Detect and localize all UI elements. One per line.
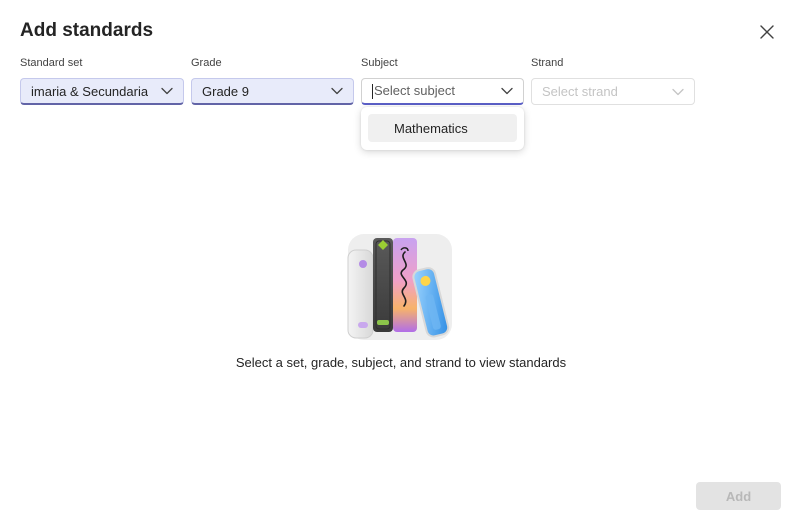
subject-dropdown[interactable]: Select subject (361, 78, 524, 105)
subject-option-mathematics[interactable]: Mathematics (368, 114, 517, 142)
subject-placeholder: Select subject (374, 82, 455, 98)
close-button[interactable] (755, 20, 779, 44)
standard-set-label: Standard set (20, 57, 83, 69)
grade-label: Grade (191, 57, 222, 69)
chevron-down-icon (161, 87, 173, 95)
close-icon (760, 25, 774, 39)
grade-dropdown[interactable]: Grade 9 (191, 78, 354, 105)
standard-set-value: imaria & Secundaria (31, 83, 149, 99)
strand-dropdown[interactable]: Select strand (531, 78, 695, 105)
books-illustration (340, 228, 462, 344)
dialog-title: Add standards (20, 20, 154, 41)
subject-label: Subject (361, 57, 398, 69)
chevron-down-icon (672, 88, 684, 96)
add-button[interactable]: Add (696, 482, 781, 510)
strand-label: Strand (531, 57, 564, 69)
chevron-down-icon (501, 87, 513, 95)
grade-value: Grade 9 (202, 83, 249, 99)
strand-placeholder: Select strand (542, 84, 618, 99)
subject-listbox: Mathematics (361, 107, 524, 150)
empty-state-message: Select a set, grade, subject, and strand… (235, 355, 567, 370)
text-cursor (372, 84, 373, 100)
standard-set-dropdown[interactable]: imaria & Secundaria (20, 78, 184, 105)
chevron-down-icon (331, 87, 343, 95)
